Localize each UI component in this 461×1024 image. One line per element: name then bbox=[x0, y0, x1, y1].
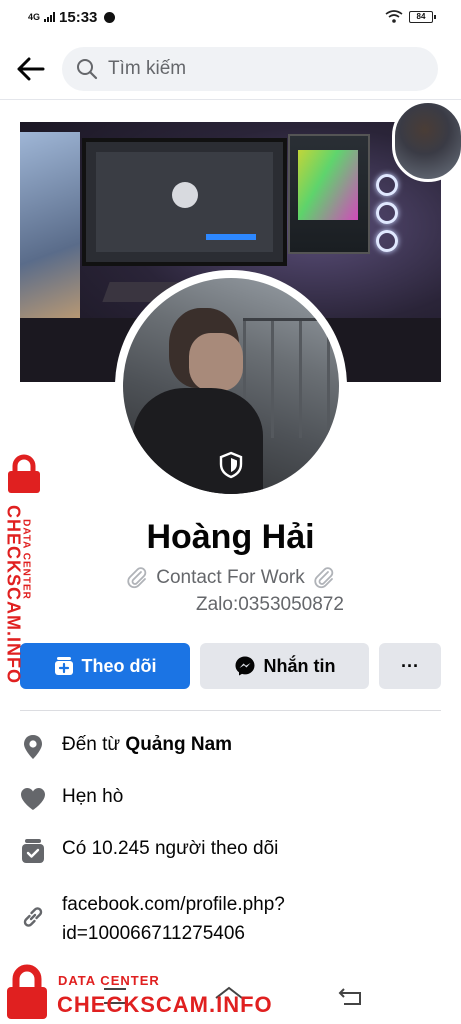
system-back-button[interactable] bbox=[338, 986, 364, 1006]
followers-text: Có 10.245 người theo dõi bbox=[62, 838, 279, 859]
cover-monitor bbox=[82, 138, 287, 266]
dating-text: Hẹn hò bbox=[62, 786, 124, 807]
wifi-icon bbox=[385, 10, 403, 23]
bio-text: Contact For Work bbox=[156, 567, 305, 588]
shield-icon bbox=[219, 451, 243, 479]
paperclip-icon bbox=[127, 567, 147, 589]
back-arrow-icon bbox=[17, 57, 45, 80]
profile-avatar[interactable] bbox=[115, 270, 347, 502]
location-prefix: Đến từ bbox=[62, 734, 126, 755]
search-bar[interactable] bbox=[62, 46, 438, 91]
search-icon bbox=[77, 58, 98, 79]
lock-icon bbox=[8, 454, 40, 493]
info-row-link: facebook.com/profile.php? id=100066711275… bbox=[20, 890, 285, 948]
follow-plus-icon bbox=[54, 657, 73, 675]
watermark-large-text: CHECKSCAM.INFO bbox=[57, 992, 273, 1017]
location-text: Đến từ Quảng Nam bbox=[62, 734, 232, 756]
bio-line-2: Zalo:0353050872 bbox=[196, 594, 344, 615]
more-options-button[interactable]: ··· bbox=[379, 643, 441, 689]
info-row-location: Đến từ Quảng Nam bbox=[20, 734, 232, 760]
location-pin-icon bbox=[20, 734, 46, 760]
message-label: Nhắn tin bbox=[263, 655, 336, 676]
status-left: 4G 15:33 bbox=[28, 8, 116, 26]
more-label: ··· bbox=[401, 655, 419, 676]
messenger-notification-icon bbox=[104, 11, 116, 23]
section-divider bbox=[20, 710, 441, 711]
status-right: 84 bbox=[385, 10, 436, 24]
cover-pc-case bbox=[288, 134, 370, 254]
paperclip-icon bbox=[314, 567, 333, 589]
location-place[interactable]: Quảng Nam bbox=[125, 734, 232, 755]
network-type: 4G bbox=[28, 12, 41, 22]
battery-icon: 84 bbox=[409, 11, 436, 23]
info-row-followers: Có 10.245 người theo dõi bbox=[20, 838, 278, 864]
back-button[interactable] bbox=[0, 38, 62, 100]
status-bar: 4G 15:33 84 bbox=[0, 0, 461, 34]
search-header bbox=[0, 38, 461, 100]
cover-window bbox=[20, 132, 80, 332]
cover-fan bbox=[376, 174, 398, 196]
status-time: 15:33 bbox=[59, 8, 98, 26]
watermark-small-text: DATA CENTER bbox=[58, 973, 160, 988]
cover-fan bbox=[376, 230, 398, 252]
message-button[interactable]: Nhắn tin bbox=[200, 643, 369, 689]
link-line-2: id=100066711275406 bbox=[62, 923, 245, 944]
follow-label: Theo dõi bbox=[81, 655, 157, 676]
bio-line-1: Contact For Work bbox=[0, 567, 461, 589]
link-icon bbox=[20, 904, 46, 930]
profile-name: Hoàng Hải bbox=[146, 518, 315, 556]
link-line-1: facebook.com/profile.php? bbox=[62, 894, 285, 915]
cover-fan bbox=[376, 202, 398, 224]
followers-icon bbox=[20, 838, 46, 864]
heart-icon bbox=[20, 786, 46, 812]
floating-video-thumbnail[interactable] bbox=[392, 100, 461, 182]
info-row-dating: Hẹn hò bbox=[20, 786, 123, 812]
watermark-large-text: CHECKSCAM.INFO bbox=[3, 505, 24, 684]
messenger-icon bbox=[235, 656, 254, 676]
lock-icon bbox=[7, 964, 47, 1019]
profile-link[interactable]: facebook.com/profile.php? id=100066711275… bbox=[62, 890, 285, 948]
search-input[interactable] bbox=[108, 57, 408, 80]
signal-icon bbox=[44, 12, 56, 22]
watermark-side: DATA CENTER CHECKSCAM.INFO bbox=[0, 454, 56, 684]
watermark-bottom: DATA CENTER CHECKSCAM.INFO bbox=[0, 962, 300, 1024]
